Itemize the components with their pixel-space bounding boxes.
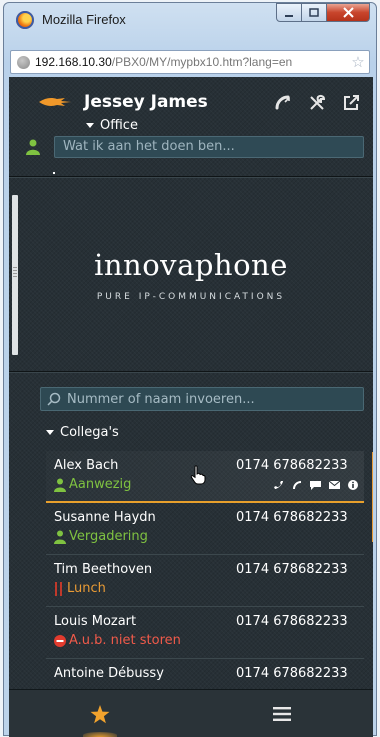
contact-status-label: Vergadering <box>69 529 148 544</box>
contact-row[interactable]: Louis Mozart 0174 678682233 A.u.b. niet … <box>46 607 364 659</box>
close-button[interactable] <box>326 3 370 22</box>
active-tab-indicator <box>83 732 117 737</box>
contact-status: Vergadering <box>54 529 148 544</box>
contact-number[interactable]: 0174 678682233 <box>236 562 348 577</box>
chevron-down-icon <box>86 123 94 128</box>
phone-call-icon[interactable] <box>273 93 293 113</box>
group-label: Collega's <box>60 425 119 440</box>
mail-icon[interactable] <box>329 481 340 489</box>
contact-number[interactable]: 0174 678682233 <box>236 614 348 629</box>
contact-row[interactable]: Alex Bach 0174 678682233 Aanwezig <box>46 451 364 503</box>
location-selector[interactable]: Office <box>86 118 138 133</box>
contact-status-label: A.u.b. niet storen <box>69 633 181 648</box>
minimize-button[interactable] <box>276 3 302 22</box>
maximize-button[interactable] <box>301 3 327 22</box>
contact-name: Antoine Débussy <box>54 666 164 681</box>
contact-number[interactable]: 0174 678682233 <box>236 666 348 681</box>
person-icon <box>54 530 66 544</box>
status-input[interactable]: Wat ik aan het doen ben... <box>54 136 364 158</box>
chat-icon[interactable] <box>310 480 321 490</box>
contact-name: Louis Mozart <box>54 614 137 629</box>
location-label: Office <box>100 118 138 133</box>
contact-name: Susanne Haydn <box>54 510 156 525</box>
contact-number[interactable]: 0174 678682233 <box>236 510 348 525</box>
contact-status: Lunch <box>54 581 106 596</box>
contact-number[interactable]: 0174 678682233 <box>236 458 348 473</box>
hamburger-menu-icon <box>273 707 291 721</box>
side-scrollbar[interactable] <box>12 195 18 355</box>
star-icon <box>90 704 110 723</box>
search-icon <box>47 392 61 406</box>
globe-icon <box>17 55 30 69</box>
tab-menu[interactable] <box>191 690 373 737</box>
contact-name: Alex Bach <box>54 458 119 473</box>
tools-icon[interactable] <box>307 93 327 113</box>
app-panel: Jessey James Office Wat ik aan het doen … <box>9 77 373 737</box>
external-link-icon[interactable] <box>341 93 361 113</box>
brand-panel: innovaphone PURE IP-COMMUNICATIONS <box>9 178 373 371</box>
search-input[interactable]: Nummer of naam invoeren... <box>40 387 364 411</box>
profile-name: Jessey James <box>84 92 208 112</box>
scroll-grip[interactable] <box>13 267 17 279</box>
browser-window: Mozilla Firefox 192.168.10.30/PBX0/MY/my… <box>3 2 377 737</box>
tab-favorites[interactable] <box>9 690 191 737</box>
window-controls <box>276 3 370 22</box>
contact-row[interactable]: Antoine Débussy 0174 678682233 <box>46 659 364 689</box>
contact-status-label: Lunch <box>67 581 106 596</box>
cutlery-icon <box>55 581 62 596</box>
hand-cursor-icon <box>190 465 206 485</box>
group-toggle-collegas[interactable]: Collega's <box>46 425 119 440</box>
address-bar[interactable]: 192.168.10.30/PBX0/MY/mypbx10.htm?lang=e… <box>10 50 370 74</box>
url-text[interactable]: 192.168.10.30/PBX0/MY/mypbx10.htm?lang=e… <box>35 55 347 69</box>
profile-header: Jessey James Office Wat ik aan het doen … <box>9 77 373 175</box>
brand-logo: innovaphone <box>94 248 288 282</box>
handset-icon[interactable] <box>274 480 284 490</box>
bookmark-star-icon[interactable]: ☆ <box>347 53 369 71</box>
close-icon <box>342 7 354 18</box>
chevron-down-icon <box>46 430 54 435</box>
do-not-disturb-icon <box>54 634 66 647</box>
minimize-icon <box>285 14 293 17</box>
contact-name: Tim Beethoven <box>54 562 153 577</box>
window-title: Mozilla Firefox <box>42 12 126 27</box>
bird-logo-icon <box>39 98 71 106</box>
brand-tagline: PURE IP-COMMUNICATIONS <box>96 292 286 302</box>
search-placeholder: Nummer of naam invoeren... <box>67 391 255 407</box>
maximize-icon <box>309 7 319 17</box>
contact-list: Alex Bach 0174 678682233 Aanwezig Susann… <box>46 451 364 689</box>
contact-row[interactable]: Susanne Haydn 0174 678682233 Vergadering <box>46 503 364 555</box>
info-icon[interactable] <box>348 480 358 490</box>
divider-dot <box>53 172 55 174</box>
list-scrollbar[interactable] <box>372 452 373 542</box>
divider <box>9 371 373 372</box>
bottom-navigation <box>9 689 373 737</box>
title-bar: Mozilla Firefox <box>4 3 376 45</box>
contact-status: A.u.b. niet storen <box>54 633 181 648</box>
firefox-logo-icon <box>16 11 34 29</box>
url-host: 192.168.10.30 <box>35 55 112 69</box>
url-path: /PBX0/MY/mypbx10.htm?lang=en <box>111 55 293 69</box>
person-icon <box>54 478 66 492</box>
presence-person-icon[interactable] <box>26 139 40 155</box>
contact-status-label: Aanwezig <box>69 477 132 492</box>
divider <box>9 176 373 177</box>
contact-actions <box>274 480 358 490</box>
contact-status: Aanwezig <box>54 477 131 492</box>
contact-row[interactable]: Tim Beethoven 0174 678682233 Lunch <box>46 555 364 607</box>
header-actions <box>273 93 361 113</box>
call-icon[interactable] <box>292 480 302 490</box>
